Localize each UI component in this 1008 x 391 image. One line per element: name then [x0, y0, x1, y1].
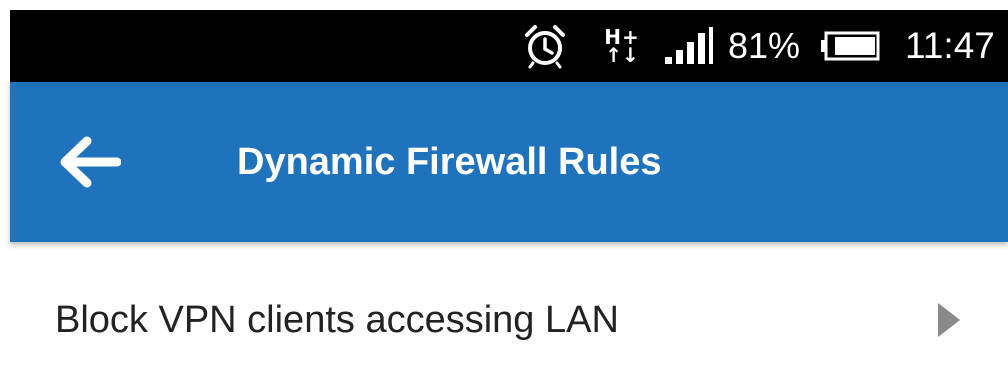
app-bar: Dynamic Firewall Rules: [10, 82, 1008, 242]
network-hplus-icon: H+ ↑↓: [598, 10, 646, 82]
chevron-right-icon: [938, 303, 960, 337]
list-item-label: Block VPN clients accessing LAN: [55, 299, 619, 341]
list-item-block-vpn-clients[interactable]: Block VPN clients accessing LAN: [10, 250, 1008, 391]
status-bar: H+ ↑↓ 81% 11:47: [10, 10, 1008, 82]
page-title: Dynamic Firewall Rules: [237, 140, 662, 183]
clock: 11:47: [905, 25, 995, 66]
back-button[interactable]: [50, 127, 130, 197]
data-arrows-icon: ↑↓: [605, 43, 639, 67]
alarm-icon: [520, 10, 570, 82]
battery-icon: [820, 10, 882, 82]
battery-percent: 81%: [728, 25, 801, 66]
screen: H+ ↑↓ 81% 11:47 Dynamic Firewall Rules B…: [0, 0, 1008, 391]
signal-icon: [663, 10, 723, 82]
arrow-back-icon: [60, 136, 121, 188]
